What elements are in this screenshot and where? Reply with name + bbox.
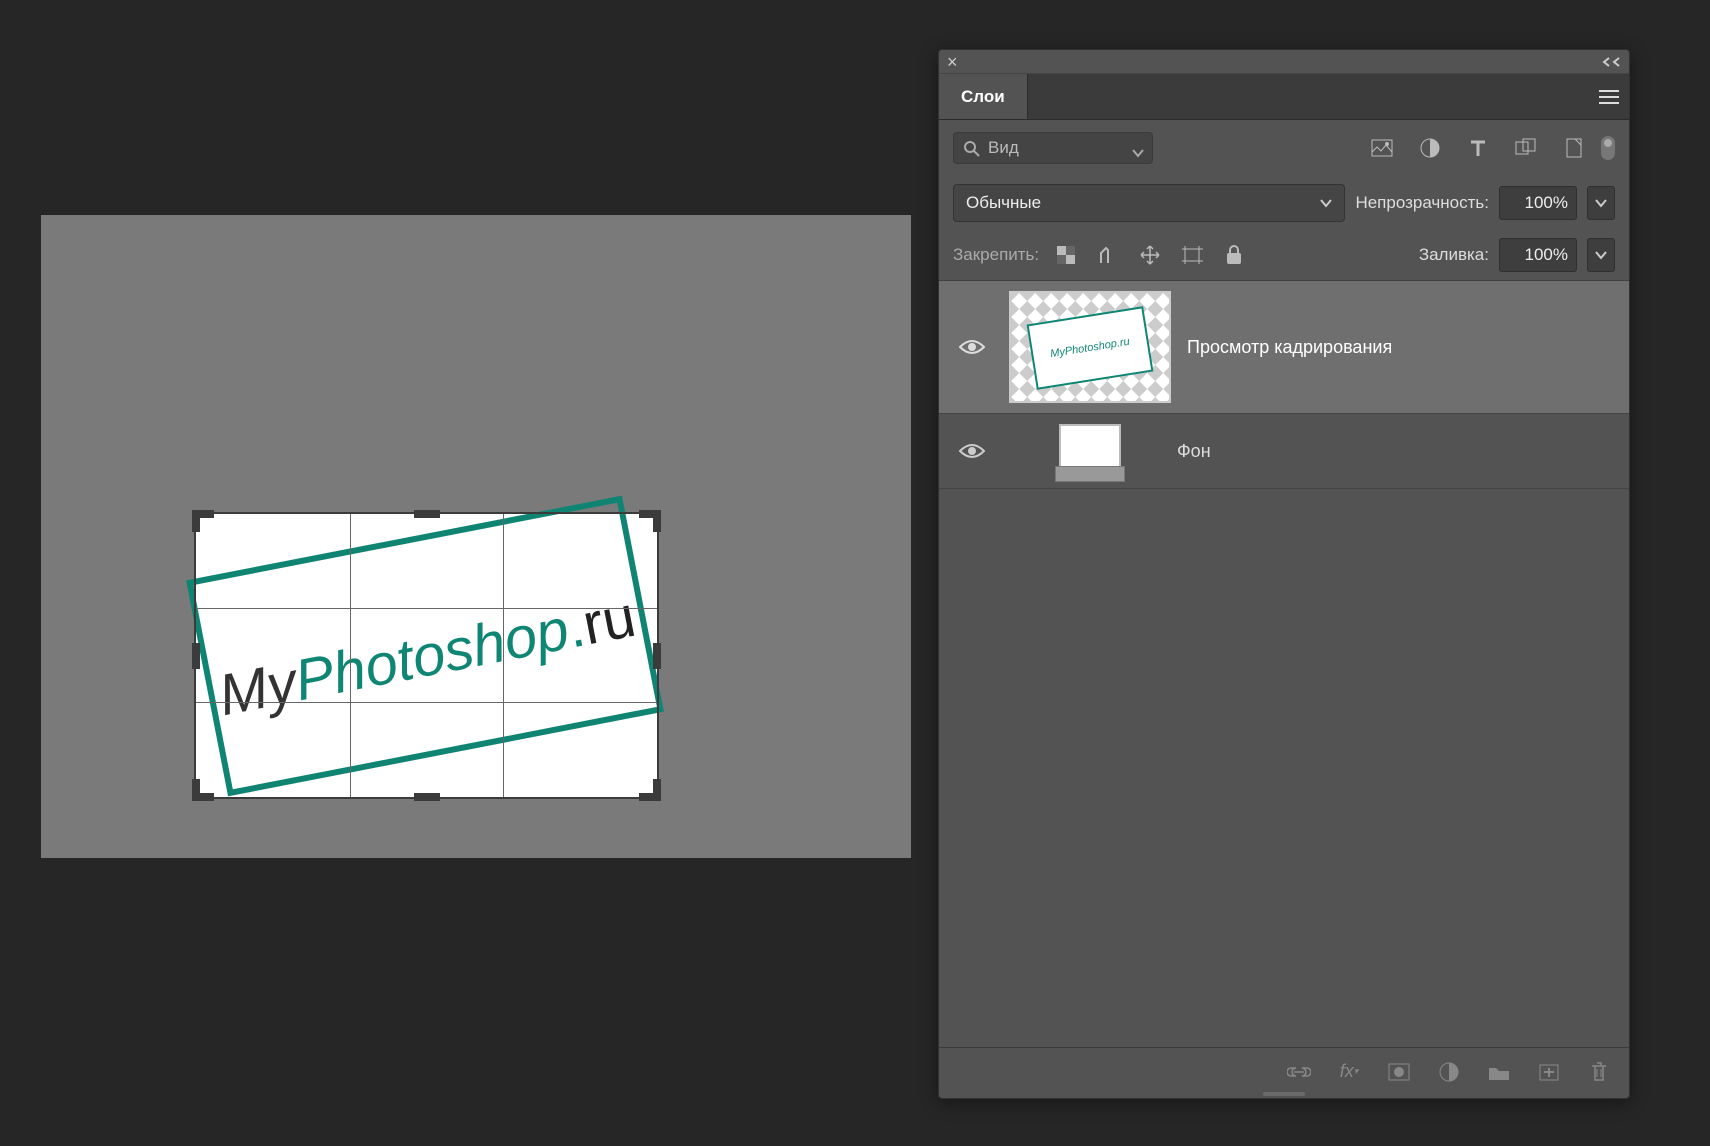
artboard[interactable]: MyPhotoshop.ru [194, 512, 659, 799]
filter-pixel-icon[interactable] [1369, 135, 1395, 161]
layer-filter-select[interactable]: Вид [953, 132, 1153, 164]
fill-input[interactable]: 100% [1499, 238, 1577, 272]
fill-dropdown[interactable] [1587, 238, 1615, 272]
panel-tabbar: Слои [939, 74, 1629, 120]
layer-name[interactable]: Просмотр кадрирования [1187, 337, 1392, 358]
crop-handle-s[interactable] [414, 793, 440, 801]
opacity-dropdown[interactable] [1587, 186, 1615, 220]
crop-handle-ne[interactable] [639, 510, 661, 532]
canvas-area[interactable]: MyPhotoshop.ru [41, 215, 911, 858]
chevron-down-icon [1320, 198, 1332, 208]
filter-smart-icon[interactable] [1561, 135, 1587, 161]
crop-overlay[interactable] [194, 512, 659, 799]
thumb-text: MyPhotoshop.ru [1049, 336, 1130, 360]
group-icon[interactable] [1487, 1060, 1511, 1084]
search-icon [963, 140, 981, 163]
link-layers-icon[interactable] [1287, 1060, 1311, 1084]
collapse-icon[interactable] [1599, 56, 1621, 68]
lock-row: Закрепить: Заливка: 100% [939, 230, 1629, 280]
blend-mode-value: Обычные [966, 193, 1041, 213]
filter-shape-icon[interactable] [1513, 135, 1539, 161]
crop-handle-e[interactable] [653, 643, 661, 669]
visibility-toggle[interactable] [951, 338, 993, 356]
lock-transparency-icon[interactable] [1055, 244, 1077, 266]
opacity-label: Непрозрачность: [1355, 193, 1489, 213]
blend-mode-select[interactable]: Обычные [953, 184, 1345, 222]
new-layer-icon[interactable] [1537, 1060, 1561, 1084]
filter-type-icon[interactable] [1465, 135, 1491, 161]
lock-position-icon[interactable] [1139, 244, 1161, 266]
fill-label: Заливка: [1419, 245, 1489, 265]
filter-toggle[interactable] [1601, 136, 1615, 160]
chevron-down-icon [1132, 143, 1144, 163]
panel-menu-icon[interactable] [1597, 88, 1621, 106]
filter-adjustment-icon[interactable] [1417, 135, 1443, 161]
layers-panel: × Слои Вид [938, 49, 1630, 1099]
adjustment-icon[interactable] [1437, 1060, 1461, 1084]
layer-row[interactable]: Фон [939, 414, 1629, 489]
fx-icon[interactable]: fx▾ [1337, 1060, 1361, 1084]
visibility-toggle[interactable] [951, 442, 993, 460]
panel-titlebar[interactable]: × [939, 50, 1629, 74]
mask-icon[interactable] [1387, 1060, 1411, 1084]
layer-row[interactable]: MyPhotoshop.ru Просмотр кадрирования [939, 281, 1629, 414]
layer-thumbnail[interactable] [1059, 424, 1121, 478]
resize-grip[interactable] [1263, 1092, 1305, 1096]
grid-line [196, 608, 657, 609]
tab-layers[interactable]: Слои [939, 74, 1028, 119]
trash-icon[interactable] [1587, 1060, 1611, 1084]
crop-handle-nw[interactable] [192, 510, 214, 532]
filter-value: Вид [988, 138, 1019, 158]
fill-value: 100% [1525, 245, 1568, 265]
panel-footer: fx▾ [939, 1047, 1629, 1095]
crop-handle-w[interactable] [192, 643, 200, 669]
layer-filter-row: Вид [939, 120, 1629, 176]
lock-label: Закрепить: [953, 245, 1039, 265]
lock-image-icon[interactable] [1097, 244, 1119, 266]
lock-all-icon[interactable] [1223, 244, 1245, 266]
lock-artboard-icon[interactable] [1181, 244, 1203, 266]
opacity-input[interactable]: 100% [1499, 186, 1577, 220]
grid-line [196, 702, 657, 703]
layer-name[interactable]: Фон [1177, 441, 1211, 462]
blend-row: Обычные Непрозрачность: 100% [939, 176, 1629, 230]
close-icon[interactable]: × [947, 53, 958, 71]
layers-list: MyPhotoshop.ru Просмотр кадрирования Фон [939, 280, 1629, 1047]
grid-line [350, 514, 351, 797]
tab-label: Слои [961, 87, 1005, 107]
crop-handle-sw[interactable] [192, 779, 214, 801]
layer-thumbnail[interactable]: MyPhotoshop.ru [1009, 291, 1171, 403]
crop-handle-n[interactable] [414, 510, 440, 518]
grid-line [503, 514, 504, 797]
crop-handle-se[interactable] [639, 779, 661, 801]
opacity-value: 100% [1525, 193, 1568, 213]
